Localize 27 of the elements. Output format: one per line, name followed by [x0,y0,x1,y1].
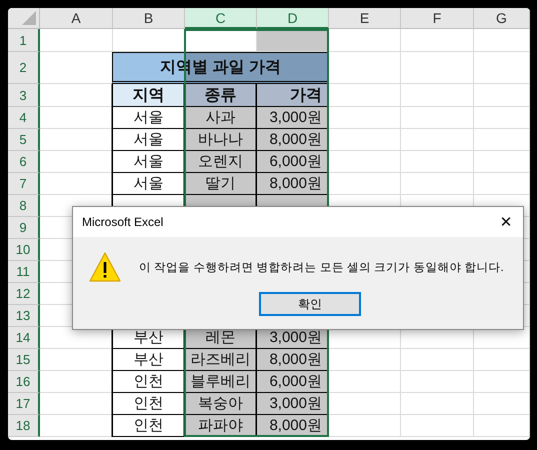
table-cell: 8,000원 [257,173,329,195]
table-cell: 서울 [113,129,185,151]
table-cell: 3,000원 [257,393,329,415]
table-cell: 서울 [113,173,185,195]
table-cell: 인천 [113,371,185,393]
table-cell: 8,000원 [257,129,329,151]
column-heading: 종류 [185,84,257,107]
table-cell: 블루베리 [185,371,257,393]
table-cell: 3,000원 [257,107,329,129]
table-cell: 6,000원 [257,371,329,393]
table-cell: 6,000원 [257,151,329,173]
column-heading: 지역 [113,84,185,107]
table-cell: 라즈베리 [185,349,257,371]
table-cell: 복숭아 [185,393,257,415]
dialog-message: 이 작업을 수행하려면 병합하려는 모든 셀의 크기가 동일해야 합니다. [139,260,504,274]
table-cell: 사과 [185,107,257,129]
table-cell: 오렌지 [185,151,257,173]
dialog-title: Microsoft Excel [82,215,164,229]
table-cell: 딸기 [185,173,257,195]
table-cell: 서울 [113,107,185,129]
table-cell: 인천 [113,415,185,437]
table-cell: 서울 [113,151,185,173]
table-cell: 부산 [113,349,185,371]
table-cell: 인천 [113,393,185,415]
table-cell: 8,000원 [257,349,329,371]
table-cell: 바나나 [185,129,257,151]
column-heading: 가격 [257,84,329,107]
